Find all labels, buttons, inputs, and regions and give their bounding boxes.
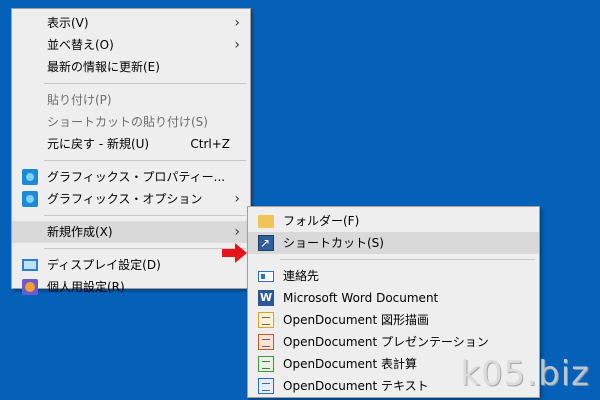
contact-icon: [258, 271, 274, 282]
menu-item-label: Microsoft Word Document: [283, 291, 439, 305]
menu-item-refresh[interactable]: 最新の情報に更新(E): [12, 56, 250, 78]
submenu-item-folder[interactable]: フォルダー(F): [248, 210, 539, 232]
menu-item-view[interactable]: 表示(V) ›: [12, 12, 250, 34]
chevron-right-icon: ›: [234, 15, 240, 31]
submenu-item-odp[interactable]: OpenDocument プレゼンテーション: [248, 331, 539, 353]
menu-item-label: 貼り付け(P): [47, 93, 112, 107]
submenu-item-contact[interactable]: 連絡先: [248, 265, 539, 287]
menu-item-graphics-options[interactable]: グラフィックス・オプション ›: [12, 188, 250, 210]
chevron-right-icon: ›: [234, 37, 240, 53]
menu-item-label: ショートカット(S): [283, 236, 384, 250]
menu-item-display-settings[interactable]: ディスプレイ設定(D): [12, 254, 250, 276]
menu-item-label: OpenDocument プレゼンテーション: [283, 335, 489, 349]
menu-separator: [44, 83, 246, 84]
menu-item-paste-shortcut[interactable]: ショートカットの貼り付け(S): [12, 111, 250, 133]
desktop-context-menu: 表示(V) › 並べ替え(O) › 最新の情報に更新(E) 貼り付け(P) ショ…: [11, 8, 251, 295]
menu-item-label: 元に戻す - 新規(U): [47, 137, 150, 151]
menu-item-label: 並べ替え(O): [47, 38, 114, 52]
menu-item-label: ショートカットの貼り付け(S): [47, 115, 208, 129]
menu-item-label: OpenDocument 表計算: [283, 357, 418, 371]
menu-separator: [280, 259, 535, 260]
red-arrow-icon: [222, 243, 247, 263]
display-icon: [22, 259, 38, 271]
menu-item-paste[interactable]: 貼り付け(P): [12, 89, 250, 111]
word-document-icon: [258, 287, 274, 309]
menu-item-label: フォルダー(F): [283, 214, 360, 228]
drawing-document-icon: [258, 312, 274, 328]
graphics-icon: [22, 191, 38, 207]
menu-item-new[interactable]: 新規作成(X) ›: [12, 221, 250, 243]
menu-item-sort[interactable]: 並べ替え(O) ›: [12, 34, 250, 56]
spreadsheet-document-icon: [258, 356, 274, 372]
text-document-icon: [258, 378, 274, 394]
menu-item-graphics-properties[interactable]: グラフィックス・プロパティー...: [12, 166, 250, 188]
menu-item-label: OpenDocument 図形描画: [283, 313, 430, 327]
submenu-item-odg[interactable]: OpenDocument 図形描画: [248, 309, 539, 331]
menu-item-label: 表示(V): [47, 16, 89, 30]
graphics-icon: [22, 169, 38, 185]
menu-separator: [44, 160, 246, 161]
folder-icon: [258, 215, 274, 228]
personalize-icon: [22, 279, 38, 295]
shortcut-icon: [258, 232, 274, 254]
menu-item-label: OpenDocument テキスト: [283, 379, 429, 393]
menu-item-shortcut: Ctrl+Z: [190, 137, 230, 151]
menu-item-label: 最新の情報に更新(E): [47, 60, 160, 74]
submenu-item-shortcut[interactable]: ショートカット(S): [248, 232, 539, 254]
menu-separator: [44, 215, 246, 216]
menu-item-label: 個人用設定(R): [47, 280, 125, 294]
watermark: k05.biz: [460, 354, 590, 394]
menu-separator: [44, 248, 246, 249]
chevron-right-icon: ›: [234, 224, 240, 240]
menu-item-label: グラフィックス・プロパティー...: [47, 170, 226, 184]
menu-item-label: グラフィックス・オプション: [47, 192, 203, 206]
menu-item-undo[interactable]: 元に戻す - 新規(U) Ctrl+Z: [12, 133, 250, 155]
menu-item-label: 新規作成(X): [47, 225, 113, 239]
presentation-document-icon: [258, 334, 274, 350]
menu-item-personalize[interactable]: 個人用設定(R): [12, 276, 250, 298]
menu-item-label: 連絡先: [283, 269, 320, 283]
chevron-right-icon: ›: [234, 191, 240, 207]
submenu-item-word-document[interactable]: Microsoft Word Document: [248, 287, 539, 309]
menu-item-label: ディスプレイ設定(D): [47, 258, 161, 272]
